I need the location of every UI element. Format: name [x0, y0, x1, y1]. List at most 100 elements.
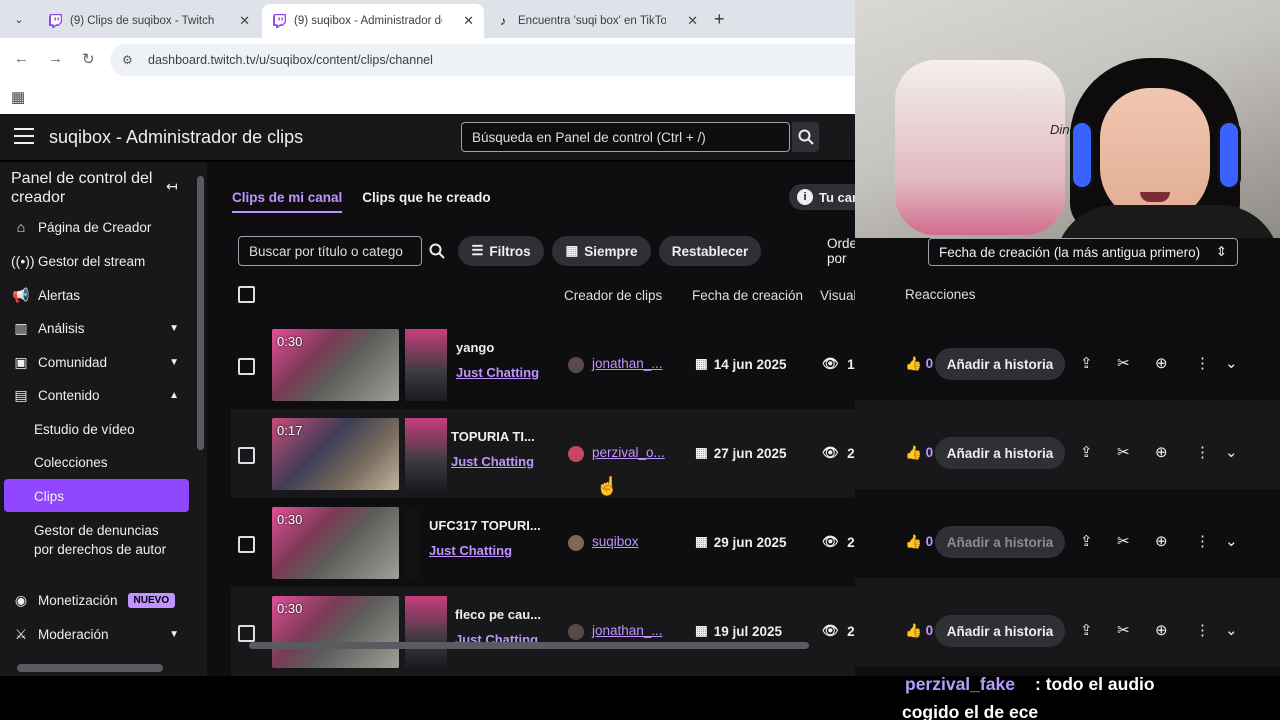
clip-creator[interactable]: suqibox: [592, 534, 639, 549]
sidebar-horizontal-scrollbar[interactable]: [17, 664, 163, 672]
clip-title[interactable]: fleco pe cau...: [455, 607, 541, 622]
url-field[interactable]: ⚙ dashboard.twitch.tv/u/suqibox/content/…: [110, 44, 855, 76]
sidebar-item-community[interactable]: ▣ Comunidad ▼: [0, 346, 195, 378]
clip-creator[interactable]: jonathan_...: [592, 623, 663, 638]
reactions[interactable]: 👍 0: [905, 623, 933, 639]
add-to-story-button[interactable]: Añadir a historia: [935, 437, 1065, 469]
clip-thumbnail-webcam: [405, 329, 447, 401]
more-icon[interactable]: ⋮: [1195, 443, 1210, 461]
clip-search-input[interactable]: Buscar por título o catego: [238, 236, 422, 266]
share-icon[interactable]: ⇪: [1080, 443, 1093, 461]
sidebar-item-analytics[interactable]: ▥ Análisis ▼: [0, 312, 195, 344]
date-range-button[interactable]: ▦ Siempre: [552, 236, 651, 266]
search-icon[interactable]: [425, 236, 449, 266]
browser-tab[interactable]: ♪ Encuentra 'suqi box' en TikTok | ✕: [486, 4, 708, 38]
chevron-down-icon[interactable]: ⌄: [1225, 621, 1238, 639]
reactions[interactable]: 👍 0: [905, 534, 933, 550]
tab-search-icon[interactable]: ⌄: [8, 8, 30, 30]
table-row[interactable]: 0:30 fleco pe cau... Just Chatting jonat…: [231, 587, 855, 676]
sidebar-item-creator-page[interactable]: ⌂ Página de Creador: [0, 211, 195, 243]
row-checkbox[interactable]: [238, 536, 255, 553]
add-circle-icon[interactable]: ⊕: [1155, 621, 1168, 639]
search-icon[interactable]: [792, 122, 819, 152]
share-icon[interactable]: ⇪: [1080, 354, 1093, 372]
clip-thumbnail[interactable]: 0:17: [272, 418, 399, 490]
info-button[interactable]: i Tu can: [789, 184, 855, 210]
column-reactions[interactable]: Reacciones: [905, 287, 976, 302]
close-icon[interactable]: ✕: [463, 13, 474, 29]
add-circle-icon[interactable]: ⊕: [1155, 443, 1168, 461]
row-checkbox[interactable]: [238, 358, 255, 375]
table-row[interactable]: 0:30 UFC317 TOPURI... Just Chatting suqi…: [231, 498, 855, 587]
clip-creator[interactable]: jonathan_...: [592, 356, 663, 371]
add-circle-icon[interactable]: ⊕: [1155, 354, 1168, 372]
chevron-down-icon[interactable]: ⌄: [1225, 532, 1238, 550]
reactions[interactable]: 👍 0: [905, 445, 933, 461]
order-by-label: Ordenados por: [827, 236, 855, 266]
tab-clips-i-created[interactable]: Clips que he creado: [362, 190, 490, 213]
browser-tab[interactable]: (9) Clips de suqibox - Twitch ✕: [38, 4, 260, 38]
chevron-down-icon[interactable]: ⌄: [1225, 443, 1238, 461]
scissors-icon[interactable]: ✂: [1117, 621, 1130, 639]
column-date[interactable]: Fecha de creación: [692, 288, 803, 303]
more-icon[interactable]: ⋮: [1195, 354, 1210, 372]
reactions[interactable]: 👍 0: [905, 356, 933, 372]
filters-button[interactable]: ☰ Filtros: [458, 236, 544, 266]
sidebar-subitem-collections[interactable]: Colecciones: [34, 455, 108, 470]
clip-thumbnail[interactable]: 0:30: [272, 507, 399, 579]
add-circle-icon[interactable]: ⊕: [1155, 532, 1168, 550]
share-icon[interactable]: ⇪: [1080, 532, 1093, 550]
clip-title[interactable]: UFC317 TOPURI...: [429, 518, 541, 533]
sidebar-item-stream-manager[interactable]: ((•)) Gestor del stream: [0, 245, 195, 277]
table-row[interactable]: 0:30 yango Just Chatting jonathan_... ▦ 1…: [231, 320, 855, 409]
clip-creator[interactable]: perzival_o...: [592, 445, 665, 460]
back-icon[interactable]: ←: [14, 50, 29, 67]
clip-title[interactable]: TOPURIA TI...: [451, 429, 535, 444]
column-creator[interactable]: Creador de clips: [564, 288, 662, 303]
streamer-shirt: [1055, 205, 1280, 238]
sidebar-item-content[interactable]: ▤ Contenido ▲: [0, 379, 195, 411]
sidebar-subitem-clips-selected[interactable]: Clips: [4, 479, 189, 512]
forward-icon[interactable]: →: [48, 50, 63, 67]
apps-grid-icon[interactable]: ▦: [11, 88, 25, 106]
table-horizontal-scrollbar[interactable]: [249, 642, 809, 649]
clip-category[interactable]: Just Chatting: [429, 543, 512, 558]
sidebar-subitem-video-studio[interactable]: Estudio de vídeo: [34, 422, 135, 437]
scissors-icon[interactable]: ✂: [1117, 443, 1130, 461]
sidebar-scrollbar-thumb[interactable]: [197, 176, 204, 450]
order-select[interactable]: Fecha de creación (la más antigua primer…: [928, 238, 1238, 266]
clip-thumbnail[interactable]: 0:30: [272, 329, 399, 401]
more-icon[interactable]: ⋮: [1195, 621, 1210, 639]
sidebar-item-moderation[interactable]: ⚔ Moderación ▼: [0, 618, 195, 650]
tab-my-channel-clips[interactable]: Clips de mi canal: [232, 190, 343, 213]
share-icon[interactable]: ⇪: [1080, 621, 1093, 639]
clip-thumbnail[interactable]: 0:30: [272, 596, 399, 668]
clip-title[interactable]: yango: [456, 340, 494, 355]
scissors-icon[interactable]: ✂: [1117, 354, 1130, 372]
sidebar-item-monetization[interactable]: ◉ Monetización NUEVO: [0, 584, 195, 616]
chevron-down-icon[interactable]: ⌄: [1225, 354, 1238, 372]
add-to-story-button[interactable]: Añadir a historia: [935, 615, 1065, 647]
menu-icon[interactable]: [14, 128, 34, 144]
more-icon[interactable]: ⋮: [1195, 532, 1210, 550]
clip-category[interactable]: Just Chatting: [456, 365, 539, 380]
select-all-checkbox[interactable]: [238, 286, 255, 303]
table-row[interactable]: 0:17 TOPURIA TI... Just Chatting perziva…: [231, 409, 855, 498]
row-checkbox[interactable]: [238, 447, 255, 464]
sidebar-item-alerts[interactable]: 📢 Alertas: [0, 279, 195, 311]
scissors-icon[interactable]: ✂: [1117, 532, 1130, 550]
sidebar-subitem-copyright[interactable]: Gestor de denuncias por derechos de auto…: [34, 521, 174, 559]
new-tab-icon[interactable]: +: [714, 9, 725, 30]
reload-icon[interactable]: ↻: [82, 50, 95, 68]
close-icon[interactable]: ✕: [239, 13, 250, 29]
row-checkbox[interactable]: [238, 625, 255, 642]
clip-category[interactable]: Just Chatting: [451, 454, 534, 469]
reset-button[interactable]: Restablecer: [659, 236, 761, 266]
collapse-sidebar-icon[interactable]: ↤: [166, 178, 178, 195]
column-views[interactable]: Visualizaciones: [820, 288, 855, 303]
site-settings-icon[interactable]: ⚙: [122, 53, 138, 67]
dashboard-search-input[interactable]: Búsqueda en Panel de control (Ctrl + /): [461, 122, 790, 152]
add-to-story-button[interactable]: Añadir a historia: [935, 348, 1065, 380]
close-icon[interactable]: ✕: [687, 13, 698, 29]
browser-tab-active[interactable]: (9) suqibox - Administrador de ✕: [262, 4, 484, 38]
